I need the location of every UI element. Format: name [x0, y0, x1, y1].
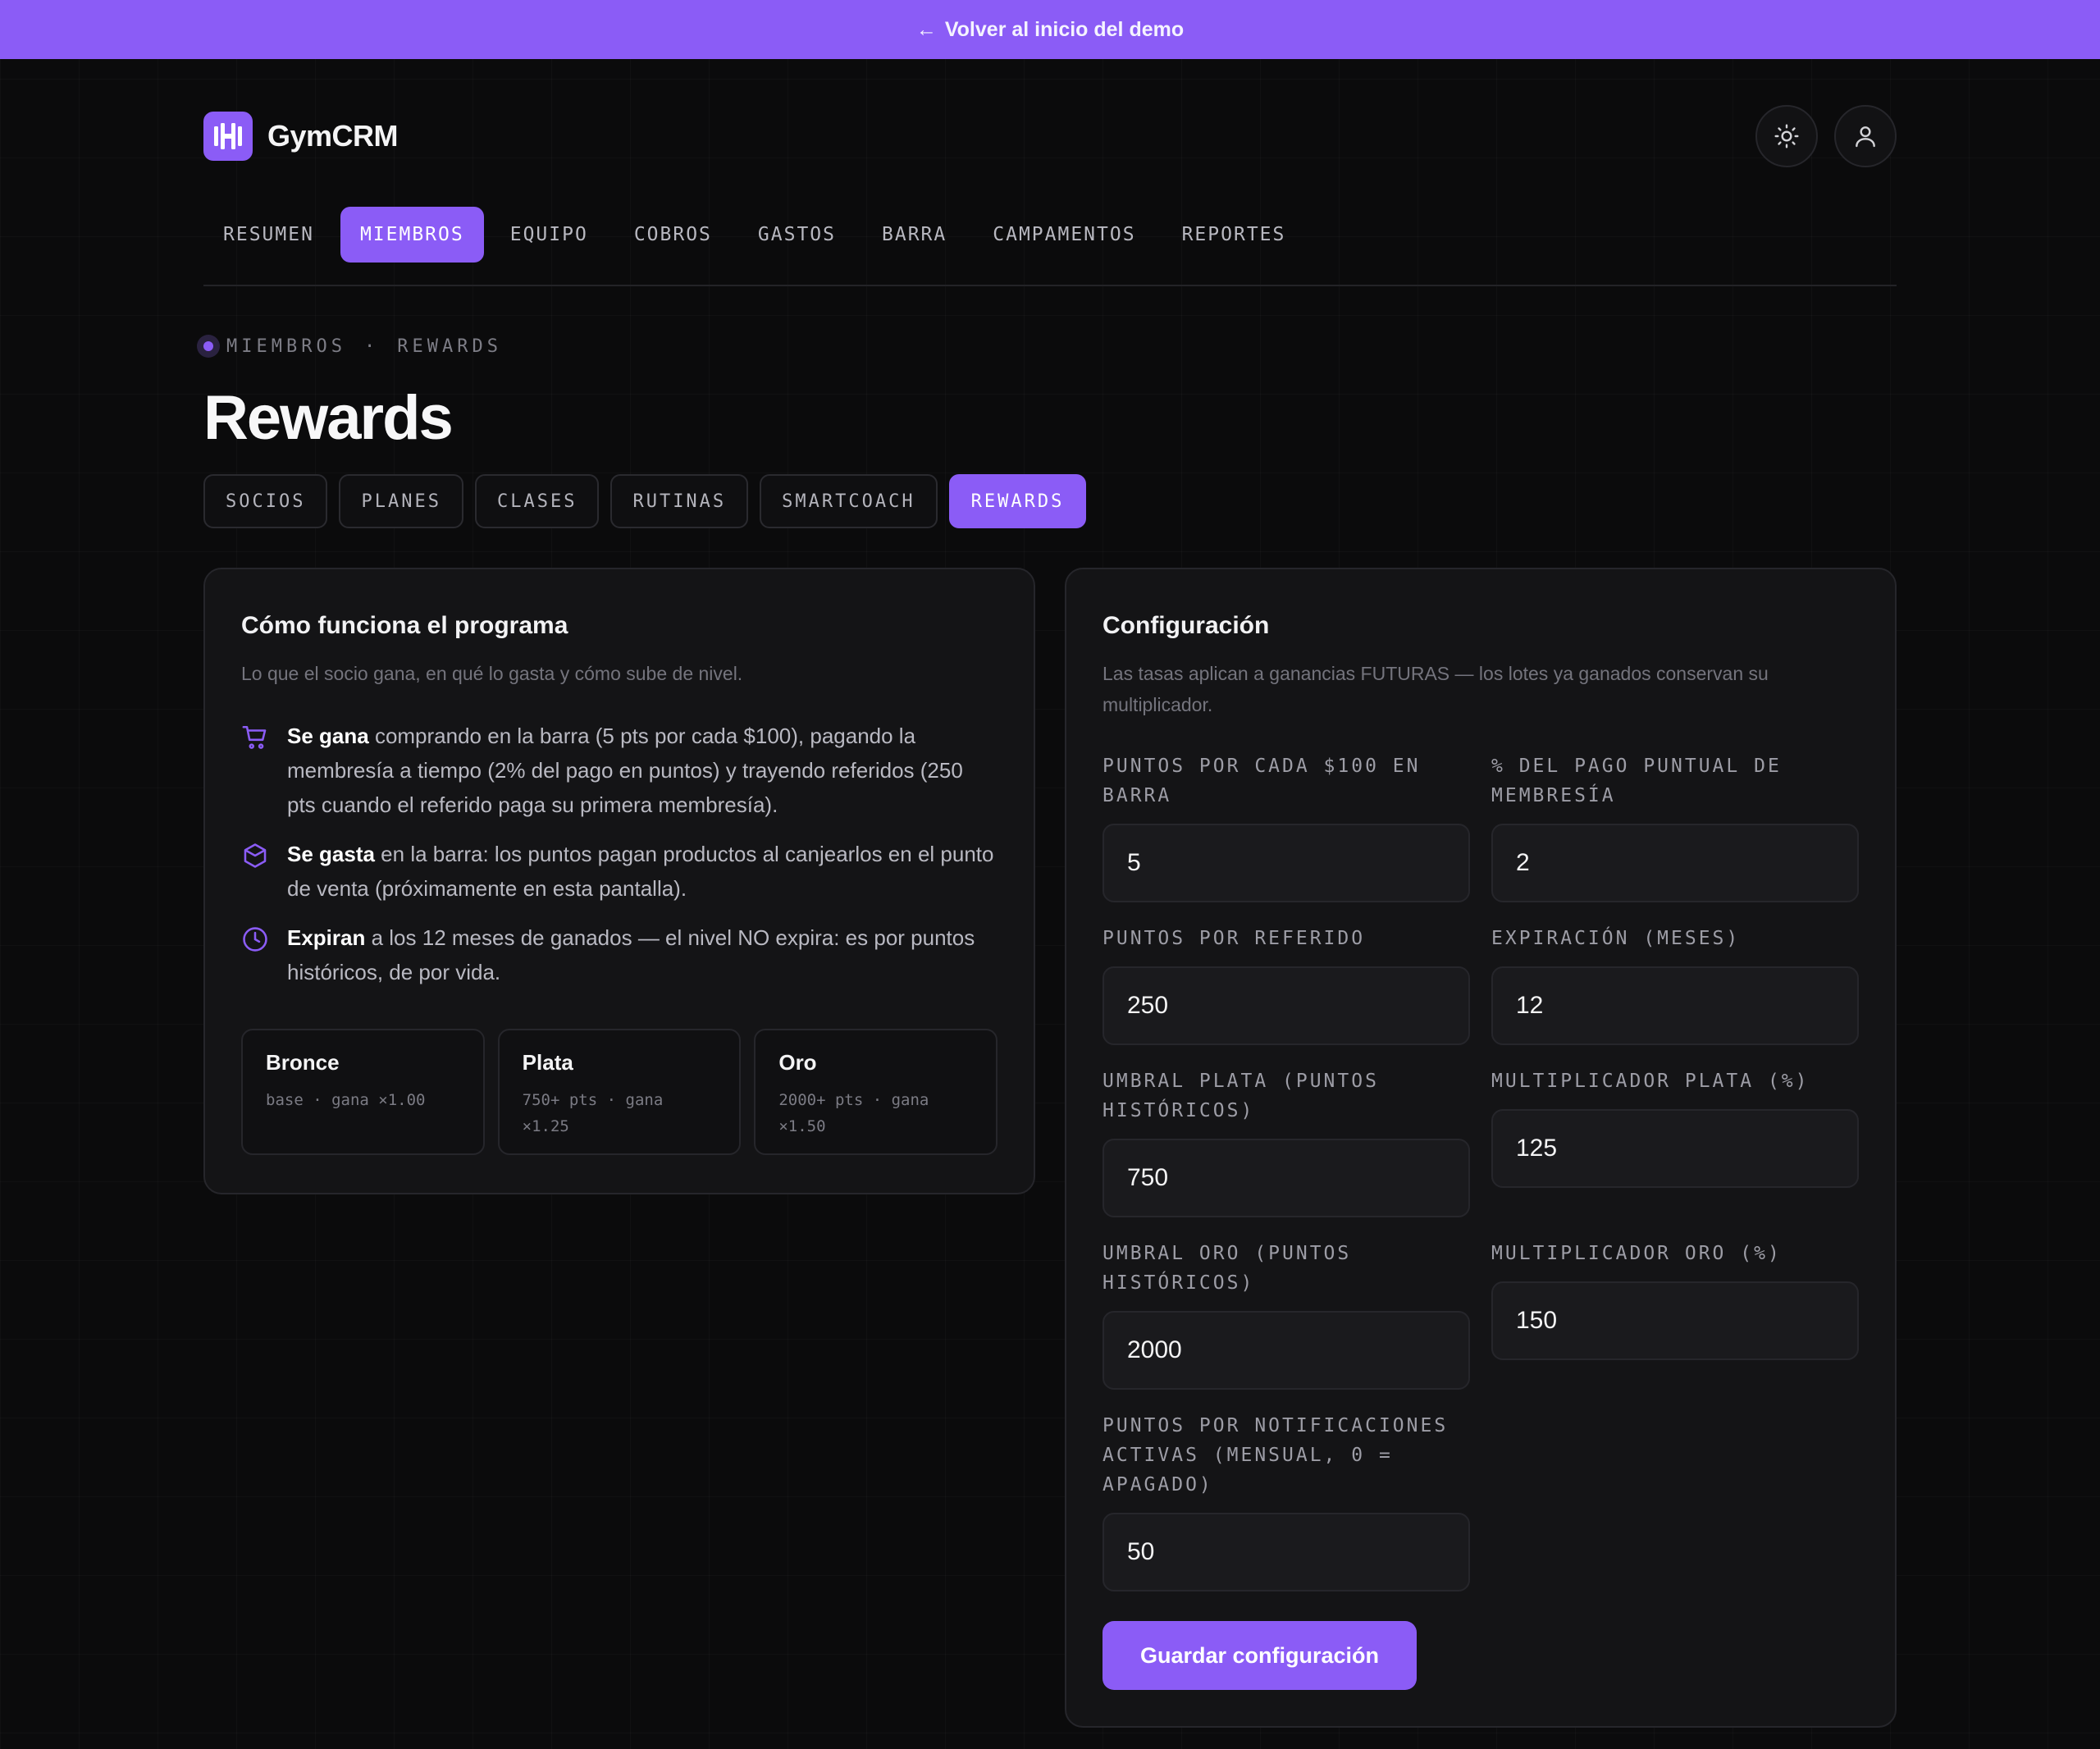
sun-icon	[1774, 124, 1799, 148]
rule-expire-body: a los 12 meses de ganados — el nivel NO …	[287, 925, 975, 984]
tier-oro: Oro 2000+ pts · gana ×1.50	[754, 1029, 998, 1155]
membership-pct-input[interactable]	[1491, 824, 1859, 902]
silver-threshold-input[interactable]	[1102, 1139, 1470, 1217]
tier-name: Plata	[522, 1050, 573, 1075]
brand-name: GymCRM	[267, 119, 399, 153]
referral-points-input[interactable]	[1102, 966, 1470, 1045]
rule-spend-bold: Se gasta	[287, 842, 375, 866]
nav-cobros[interactable]: COBROS	[614, 207, 732, 263]
tier-name: Oro	[778, 1050, 817, 1075]
breadcrumb-separator: ·	[363, 336, 380, 357]
field-label: UMBRAL ORO (PUNTOS HISTÓRICOS)	[1102, 1243, 1352, 1294]
field-label: PUNTOS POR CADA $100 EN BARRA	[1102, 756, 1421, 806]
header-actions	[1755, 105, 1897, 167]
tier-desc: base · gana ×1.00	[266, 1091, 426, 1109]
field-gold-multiplier: MULTIPLICADOR ORO (%)	[1491, 1239, 1859, 1360]
tab-socios[interactable]: SOCIOS	[203, 474, 328, 528]
program-info-card: Cómo funciona el programa Lo que el soci…	[203, 568, 1035, 1194]
rule-spend-body: en la barra: los puntos pagan productos …	[287, 842, 994, 901]
config-card-subtitle: Las tasas aplican a ganancias FUTURAS — …	[1102, 663, 1769, 715]
app-header: GymCRM	[203, 105, 1897, 167]
member-sub-tabs: SOCIOS PLANES CLASES RUTINAS SMARTCOACH …	[203, 474, 1087, 528]
field-label: MULTIPLICADOR ORO (%)	[1491, 1243, 1782, 1264]
rule-expire-text: Expiran a los 12 meses de ganados — el n…	[287, 920, 996, 989]
arrow-left-icon: ←	[915, 17, 937, 41]
tab-planes[interactable]: PLANES	[339, 474, 463, 528]
field-membership-pct: % DEL PAGO PUNTUAL DE MEMBRESÍA	[1491, 751, 1859, 902]
gold-multiplier-input[interactable]	[1491, 1281, 1859, 1360]
program-card-title: Cómo funciona el programa	[241, 612, 568, 639]
nav-resumen[interactable]: RESUMEN	[203, 207, 334, 263]
bar-points-input[interactable]	[1102, 824, 1470, 902]
page-title: Rewards	[203, 383, 454, 453]
field-silver-multiplier: MULTIPLICADOR PLATA (%)	[1491, 1066, 1859, 1188]
gold-threshold-input[interactable]	[1102, 1311, 1470, 1390]
tier-desc: 750+ pts · gana ×1.25	[522, 1091, 664, 1135]
config-card-title: Configuración	[1102, 612, 1270, 639]
field-bar-points: PUNTOS POR CADA $100 EN BARRA	[1102, 751, 1470, 902]
cart-icon	[242, 725, 267, 749]
rule-earn-text: Se gana comprando en la barra (5 pts por…	[287, 719, 996, 822]
tier-desc: 2000+ pts · gana ×1.50	[778, 1091, 929, 1135]
breadcrumb-page: REWARDS	[397, 336, 502, 357]
nav-equipo[interactable]: EQUIPO	[491, 207, 608, 263]
field-label: UMBRAL PLATA (PUNTOS HISTÓRICOS)	[1102, 1071, 1379, 1121]
field-expiration: EXPIRACIÓN (MESES)	[1491, 924, 1859, 1045]
rule-spend-text: Se gasta en la barra: los puntos pagan p…	[287, 837, 996, 906]
brand[interactable]: GymCRM	[203, 112, 399, 161]
rule-earn-bold: Se gana	[287, 724, 369, 748]
field-label: PUNTOS POR REFERIDO	[1102, 928, 1366, 949]
config-card: Configuración Las tasas aplican a gananc…	[1065, 568, 1897, 1728]
nav-barra[interactable]: BARRA	[862, 207, 966, 263]
field-gold-threshold: UMBRAL ORO (PUNTOS HISTÓRICOS)	[1102, 1239, 1470, 1390]
breadcrumb-section[interactable]: MIEMBROS	[226, 336, 346, 357]
tier-bronce: Bronce base · gana ×1.00	[241, 1029, 485, 1155]
breadcrumb-dot-icon	[197, 335, 220, 358]
field-label: PUNTOS POR NOTIFICACIONES ACTIVAS (MENSU…	[1102, 1415, 1449, 1496]
nav-miembros[interactable]: MIEMBROS	[340, 207, 484, 263]
user-icon	[1856, 126, 1875, 148]
tab-rutinas[interactable]: RUTINAS	[610, 474, 749, 528]
clock-icon	[243, 927, 267, 952]
tier-plata: Plata 750+ pts · gana ×1.25	[497, 1029, 742, 1155]
dumbbell-logo-icon	[203, 112, 253, 161]
field-label: MULTIPLICADOR PLATA (%)	[1491, 1071, 1810, 1092]
field-label: EXPIRACIÓN (MESES)	[1491, 928, 1741, 949]
program-card-subtitle: Lo que el socio gana, en qué lo gasta y …	[241, 663, 743, 684]
user-menu-button[interactable]	[1834, 105, 1897, 167]
expiration-input[interactable]	[1491, 966, 1859, 1045]
tier-list: Bronce base · gana ×1.00 Plata 750+ pts …	[241, 1029, 998, 1155]
tab-rewards[interactable]: REWARDS	[948, 474, 1087, 528]
nav-campamentos[interactable]: CAMPAMENTOS	[973, 207, 1155, 263]
main-nav: RESUMEN MIEMBROS EQUIPO COBROS GASTOS BA…	[203, 207, 1897, 286]
notification-points-input[interactable]	[1102, 1513, 1470, 1591]
rule-earn-body: comprando en la barra (5 pts por cada $1…	[287, 724, 963, 817]
tab-clases[interactable]: CLASES	[474, 474, 600, 528]
box-icon	[244, 843, 267, 868]
back-to-demo-banner[interactable]: ← Volver al inicio del demo	[0, 0, 2100, 59]
breadcrumb: MIEMBROS · REWARDS	[197, 335, 502, 358]
rule-expire-bold: Expiran	[287, 925, 366, 950]
nav-reportes[interactable]: REPORTES	[1162, 207, 1306, 263]
field-referral-points: PUNTOS POR REFERIDO	[1102, 924, 1470, 1045]
tab-smartcoach[interactable]: SMARTCOACH	[760, 474, 938, 528]
save-config-button[interactable]: Guardar configuración	[1102, 1621, 1418, 1690]
banner-link[interactable]: Volver al inicio del demo	[945, 18, 1184, 42]
rule-expire: Expiran a los 12 meses de ganados — el n…	[241, 920, 996, 989]
tier-name: Bronce	[266, 1050, 340, 1075]
rule-spend: Se gasta en la barra: los puntos pagan p…	[241, 837, 996, 906]
silver-multiplier-input[interactable]	[1491, 1109, 1859, 1188]
rule-list: Se gana comprando en la barra (5 pts por…	[241, 719, 996, 1004]
field-notification-points: PUNTOS POR NOTIFICACIONES ACTIVAS (MENSU…	[1102, 1411, 1470, 1591]
rule-earn: Se gana comprando en la barra (5 pts por…	[241, 719, 996, 822]
nav-gastos[interactable]: GASTOS	[738, 207, 856, 263]
field-silver-threshold: UMBRAL PLATA (PUNTOS HISTÓRICOS)	[1102, 1066, 1470, 1217]
field-label: % DEL PAGO PUNTUAL DE MEMBRESÍA	[1491, 756, 1782, 806]
theme-toggle-button[interactable]	[1755, 105, 1818, 167]
